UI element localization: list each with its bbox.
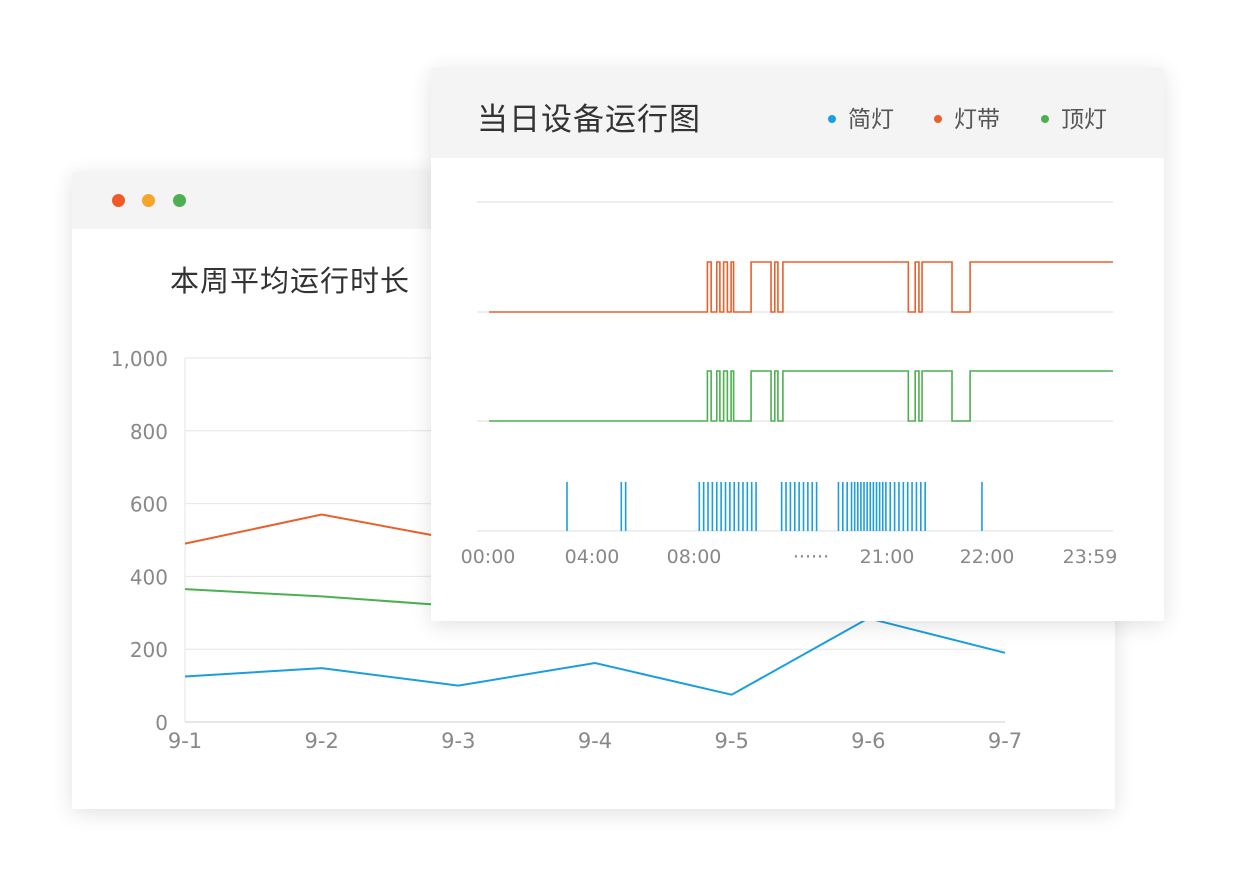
x-tick-label: 08:00 — [667, 546, 722, 568]
y-tick-label: 1,000 — [111, 347, 168, 371]
series-line — [184, 513, 459, 545]
x-tick-label: 00:00 — [461, 546, 516, 568]
x-tick-label: 23:59 — [1063, 546, 1118, 568]
state-line — [489, 261, 1113, 313]
y-tick-label: 200 — [130, 638, 168, 662]
series-line — [184, 588, 459, 608]
daily-operation-chart: 00:00 04:00 08:00 ······ 21:00 22:00 23:59 — [461, 201, 1118, 568]
series-line — [184, 617, 1006, 696]
x-tick-label: ······ — [793, 546, 829, 568]
x-tick-label: 9-5 — [715, 729, 749, 753]
x-tick-label: 21:00 — [860, 546, 915, 568]
x-tick-label: 9-4 — [578, 729, 612, 753]
y-tick-label: 800 — [130, 420, 168, 444]
x-tick-label: 9-3 — [441, 729, 475, 753]
x-tick-label: 9-6 — [851, 729, 885, 753]
x-tick-label: 04:00 — [565, 546, 620, 568]
y-tick-label: 0 — [155, 711, 168, 735]
x-tick-label: 9-1 — [168, 729, 202, 753]
x-tick-label: 9-2 — [305, 729, 339, 753]
y-tick-label: 600 — [130, 493, 168, 517]
x-tick-label: 22:00 — [960, 546, 1015, 568]
x-tick-label: 9-7 — [988, 729, 1022, 753]
y-tick-label: 400 — [130, 565, 168, 589]
daily-panel: 当日设备运行图 简灯 灯带 顶灯 00:00 04:00 08:00 ······ 21… — [431, 68, 1164, 621]
state-line — [489, 370, 1113, 422]
